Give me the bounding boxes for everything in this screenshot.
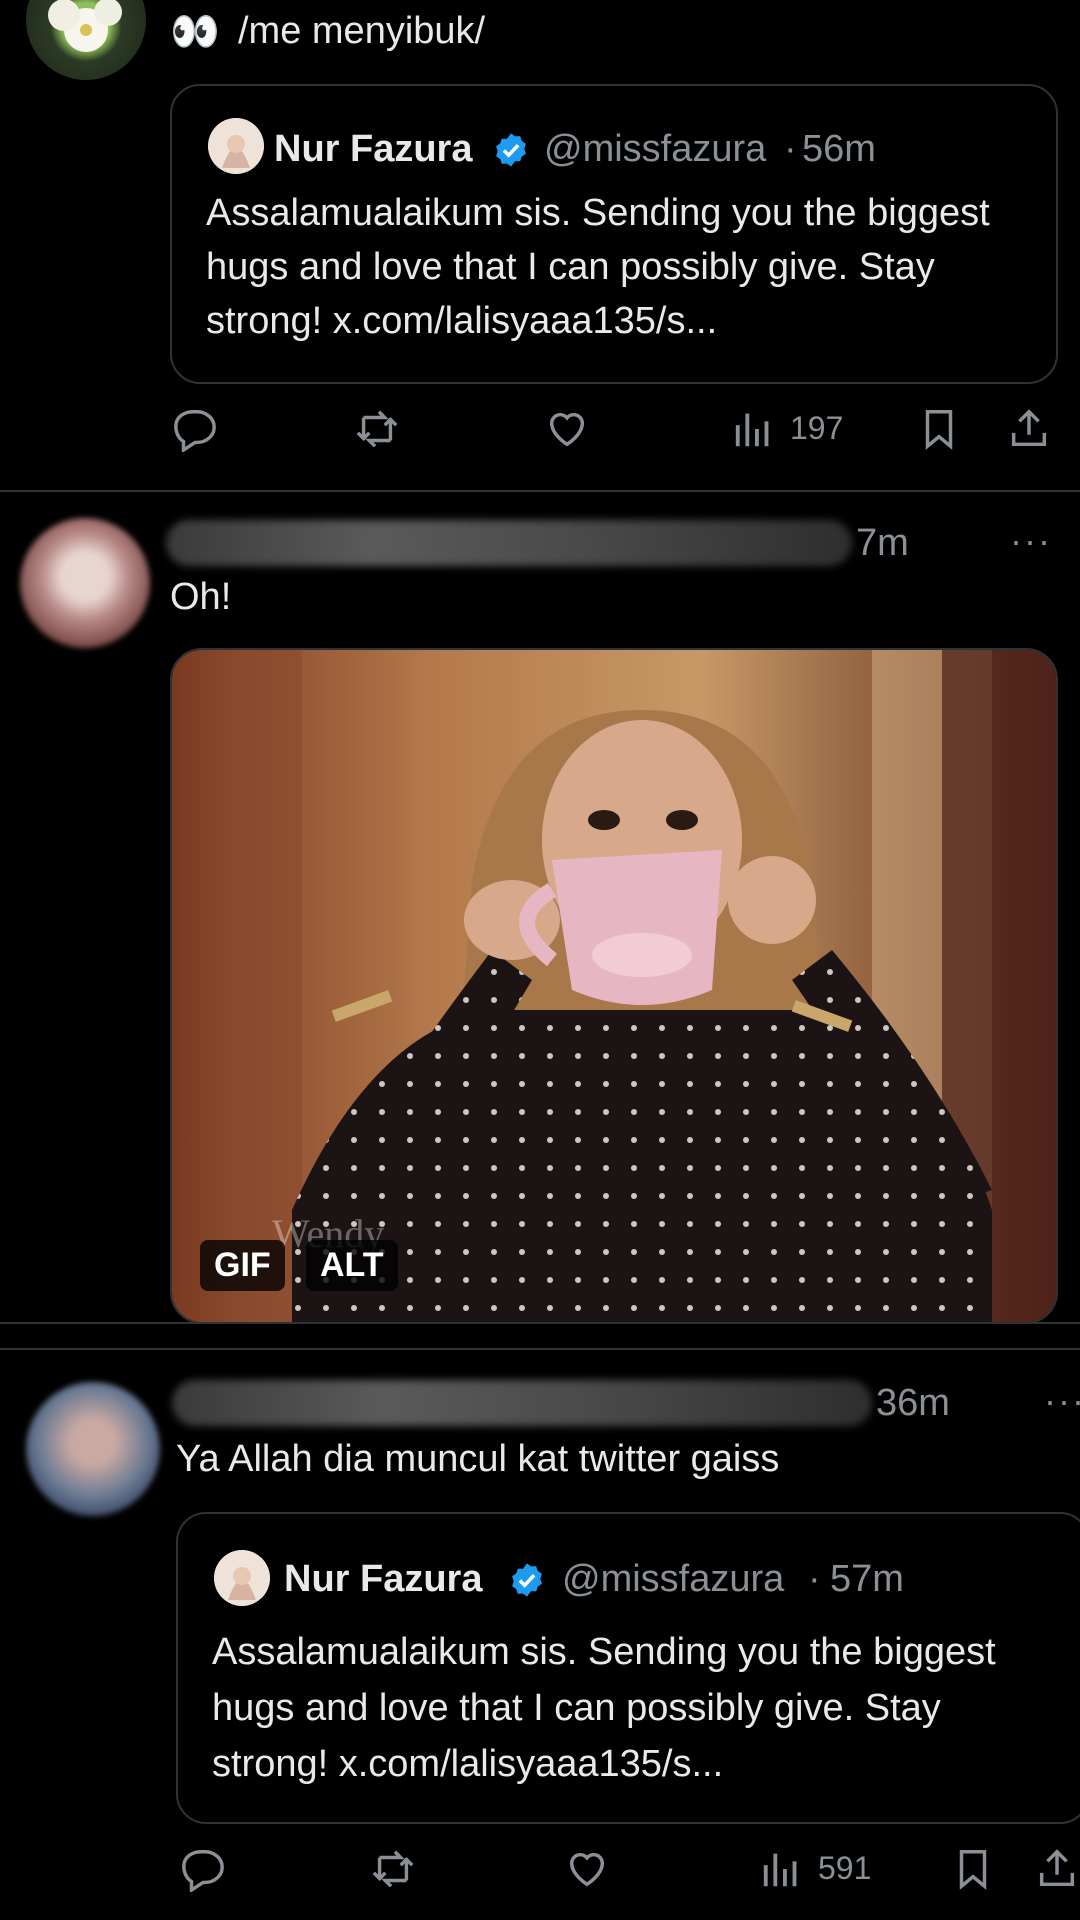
- gif-badge: GIF: [200, 1240, 285, 1291]
- tweet-text: Oh!: [170, 576, 232, 618]
- eyes-emoji: 👀: [170, 10, 220, 54]
- views-icon[interactable]: [732, 406, 778, 452]
- share-icon[interactable]: [1034, 1846, 1080, 1892]
- avatar[interactable]: [20, 518, 150, 648]
- gif-media[interactable]: Wendy GIF ALT: [170, 648, 1058, 1324]
- more-options-icon[interactable]: ···: [1010, 520, 1052, 562]
- bookmark-icon[interactable]: [950, 1846, 996, 1892]
- views-icon[interactable]: [760, 1846, 806, 1892]
- heart-icon[interactable]: [544, 406, 590, 452]
- quote-handle[interactable]: @missfazura: [544, 128, 766, 171]
- quote-body: Assalamualaikum sis. Sending you the big…: [206, 192, 990, 342]
- quote-handle[interactable]: @missfazura: [562, 1558, 784, 1601]
- quote-body: Assalamualaikum sis. Sending you the big…: [212, 1631, 996, 1785]
- quoted-tweet[interactable]: Nur Fazura @missfazura · 56m Assalamuala…: [170, 84, 1058, 384]
- verified-badge-icon: [492, 131, 530, 169]
- divider: [0, 1322, 1080, 1324]
- reply-icon[interactable]: [180, 1846, 226, 1894]
- divider: [0, 1348, 1080, 1350]
- reply-icon[interactable]: [172, 406, 218, 454]
- tweet-time: 7m: [856, 522, 909, 564]
- quote-avatar[interactable]: [214, 1550, 270, 1606]
- quote-author-name[interactable]: Nur Fazura: [274, 128, 472, 171]
- quote-dot: ·: [808, 1558, 821, 1600]
- tweet-time: 36m: [876, 1382, 950, 1424]
- blurred-username[interactable]: [172, 1380, 872, 1426]
- quote-avatar[interactable]: [208, 118, 264, 174]
- divider: [0, 490, 1080, 492]
- retweet-icon[interactable]: [370, 1846, 416, 1892]
- quote-time: 56m: [802, 128, 876, 170]
- quote-author-name[interactable]: Nur Fazura: [284, 1558, 482, 1601]
- retweet-icon[interactable]: [354, 406, 400, 452]
- quote-dot: ·: [784, 128, 797, 170]
- quoted-tweet[interactable]: Nur Fazura @missfazura · 57m Assalamuala…: [176, 1512, 1080, 1824]
- views-count[interactable]: 591: [818, 1850, 871, 1887]
- views-count[interactable]: 197: [790, 410, 843, 447]
- avatar[interactable]: [26, 1382, 160, 1516]
- tweet-text: Ya Allah dia muncul kat twitter gaiss: [176, 1438, 780, 1480]
- avatar[interactable]: [26, 0, 146, 80]
- share-icon[interactable]: [1006, 406, 1052, 452]
- more-options-icon[interactable]: ···: [1044, 1380, 1080, 1422]
- quote-time: 57m: [830, 1558, 904, 1600]
- tweet-text: /me menyibuk/: [238, 10, 486, 52]
- blurred-username[interactable]: [166, 520, 852, 566]
- alt-badge[interactable]: ALT: [306, 1240, 398, 1291]
- heart-icon[interactable]: [564, 1846, 610, 1892]
- verified-badge-icon: [508, 1561, 546, 1599]
- bookmark-icon[interactable]: [916, 406, 962, 452]
